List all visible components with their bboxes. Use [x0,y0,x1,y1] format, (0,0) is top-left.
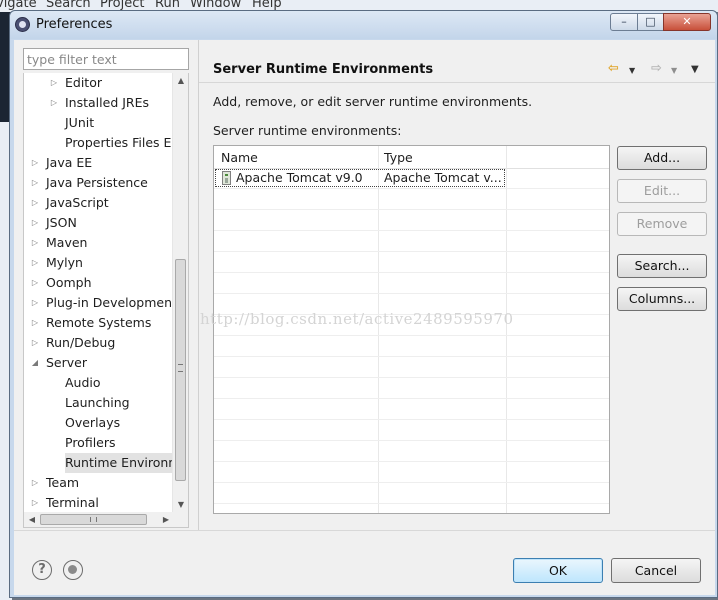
table-row [214,189,609,210]
collapsed-arrow-icon[interactable]: ▷ [30,473,40,493]
preference-tree: ▷ Editor ▷ Installed JREs JUnit Properties Fi… [23,73,189,528]
scroll-thumb[interactable] [175,259,186,481]
runtime-name-cell: Apache Tomcat v9.0 [236,170,363,185]
collapsed-arrow-icon[interactable]: ▷ [30,153,40,173]
column-header-type[interactable]: Type [384,150,413,165]
table-header: Name Type [214,146,609,169]
close-button[interactable]: ✕ [663,13,711,31]
collapsed-arrow-icon[interactable]: ▷ [49,73,59,93]
window-title: Preferences [36,17,113,32]
import-export-icon[interactable] [63,560,83,580]
runtime-table[interactable]: Name Type Apache Tomcat v9.0 Apache Tomca… [213,145,610,514]
table-row [214,252,609,273]
tree-item-label: Plug-in Development [46,295,174,310]
table-row [214,399,609,420]
table-row [214,336,609,357]
table-row [214,210,609,231]
tree-item-label: Maven [46,235,88,250]
edit-button[interactable]: Edit... [617,179,707,203]
footer-divider [14,530,715,531]
tree-item-label: Mylyn [46,255,83,270]
tree-horizontal-scrollbar[interactable]: ◀ ▶ [24,512,174,527]
maximize-button[interactable]: □ [637,13,664,31]
runtime-list-label: Server runtime environments: [213,123,402,138]
collapsed-arrow-icon[interactable]: ▷ [49,93,59,113]
table-row [214,483,609,504]
collapsed-arrow-icon[interactable]: ▷ [30,213,40,233]
scroll-left-icon[interactable]: ◀ [24,512,40,527]
expanded-arrow-icon[interactable]: ◢ [30,353,40,373]
tree-item-label: Audio [65,375,101,390]
collapsed-arrow-icon[interactable]: ▷ [30,253,40,273]
grip-icon [178,364,183,372]
panel-divider[interactable] [198,40,199,530]
page-title: Server Runtime Environments [213,62,434,77]
collapsed-arrow-icon[interactable]: ▷ [30,273,40,293]
runtime-type-cell: Apache Tomcat v... [384,170,502,185]
table-row [214,441,609,462]
ok-button[interactable]: OK [513,558,603,583]
collapsed-arrow-icon[interactable]: ▷ [30,493,40,513]
collapsed-arrow-icon[interactable]: ▷ [30,293,40,313]
tree-item-label: Terminal [46,495,99,510]
tree-item-label: Launching [65,395,130,410]
tree-item-label: Remote Systems [46,315,152,330]
tree-item-label: Oomph [46,275,92,290]
tree-item-label: Editor [65,75,102,90]
table-row [214,420,609,441]
collapsed-arrow-icon[interactable]: ▷ [30,233,40,253]
table-row [214,378,609,399]
tree-vertical-scrollbar[interactable]: ▲ ▼ [172,73,188,513]
page-description: Add, remove, or edit server runtime envi… [213,94,533,109]
collapsed-arrow-icon[interactable]: ▷ [30,313,40,333]
filter-input[interactable] [23,48,189,70]
tree-item-label: JUnit [65,115,95,130]
table-row [214,231,609,252]
tree-item-label: Profilers [65,435,116,450]
tree-item-label: JSON [46,215,77,230]
scrollbar-corner [172,512,188,527]
horizontal-scroll-thumb[interactable] [40,514,147,525]
columns-button[interactable]: Columns... [617,287,707,311]
table-row [214,462,609,483]
watermark: http://blog.csdn.net/active2489595970 [200,310,514,328]
add-button[interactable]: Add... [617,146,707,170]
tree-item-label: Runtime Environm [65,453,174,473]
tree-item-label: Installed JREs [65,95,150,110]
preferences-dialog: Preferences – □ ✕ ▷ Editor ▷ Installed JREs… [9,10,718,598]
tree-item-label: Properties Files Ed [65,135,174,150]
collapsed-arrow-icon[interactable]: ▷ [30,193,40,213]
column-header-name[interactable]: Name [221,150,258,165]
collapsed-arrow-icon[interactable]: ▷ [30,333,40,353]
header-divider [199,82,715,83]
cancel-button[interactable]: Cancel [611,558,701,583]
tree-item-label: Team [46,475,80,490]
tree-item-label: JavaScript [46,195,109,210]
tree-item-label: Server [46,355,87,370]
tree-item-label: Java Persistence [46,175,148,190]
back-menu-icon[interactable]: ▼ [629,64,635,80]
table-row [214,357,609,378]
tree-item-label: Run/Debug [46,335,116,350]
help-icon[interactable]: ? [32,560,52,580]
title-bar[interactable]: Preferences – □ ✕ [10,11,717,39]
server-icon [222,171,231,185]
view-menu-icon[interactable]: ▼ [691,63,699,79]
eclipse-icon [15,17,30,32]
tree-item-label: Overlays [65,415,121,430]
forward-arrow-icon[interactable]: ⇨ [651,62,662,78]
minimize-button[interactable]: – [610,13,638,31]
forward-menu-icon[interactable]: ▼ [671,64,677,80]
tree-item-label: Java EE [46,155,93,170]
scroll-down-icon[interactable]: ▼ [173,497,189,513]
collapsed-arrow-icon[interactable]: ▷ [30,173,40,193]
remove-button[interactable]: Remove [617,212,707,236]
tree-items: ▷ Editor ▷ Installed JREs JUnit Properties Fi… [24,73,174,513]
table-row [214,273,609,294]
back-arrow-icon[interactable]: ⇦ [608,62,619,78]
table-row[interactable]: Apache Tomcat v9.0 Apache Tomcat v... [214,168,609,189]
search-button[interactable]: Search... [617,254,707,278]
dialog-content: ▷ Editor ▷ Installed JREs JUnit Properties Fi… [14,40,715,595]
scroll-up-icon[interactable]: ▲ [173,73,189,89]
